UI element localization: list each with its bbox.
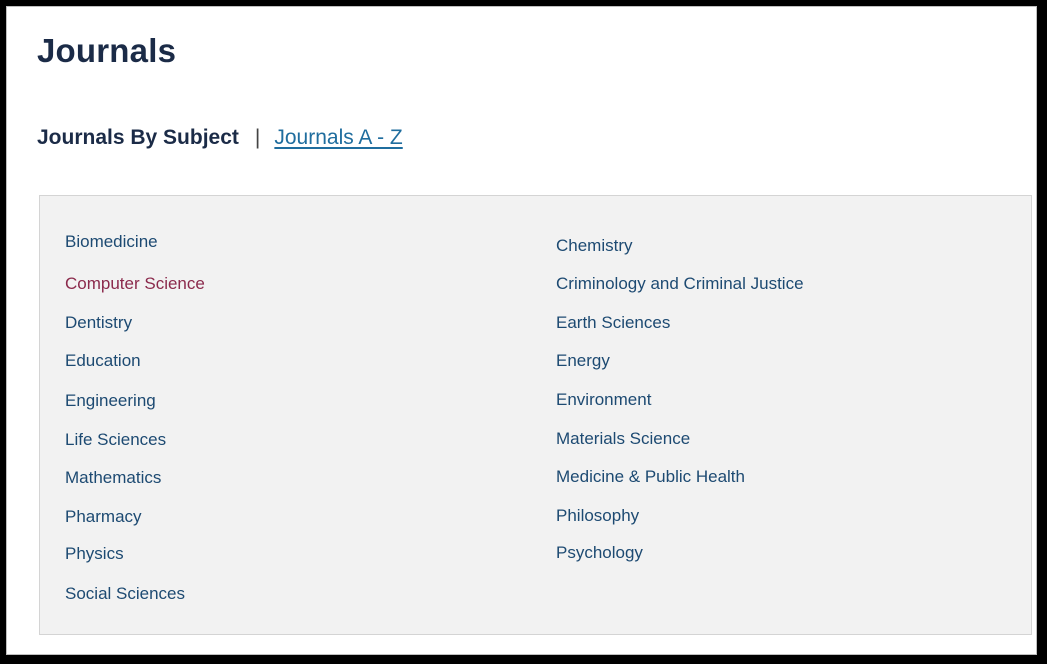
subject-link-social-sciences[interactable]: Social Sciences bbox=[65, 583, 185, 605]
subject-link-energy[interactable]: Energy bbox=[556, 350, 610, 372]
subnav-separator: | bbox=[254, 126, 261, 149]
subject-link-dentistry[interactable]: Dentistry bbox=[65, 312, 132, 334]
journals-subnav: Journals By Subject | Journals A - Z bbox=[37, 125, 403, 151]
subject-link-biomedicine[interactable]: Biomedicine bbox=[65, 231, 158, 253]
journals-by-subject-label: Journals By Subject bbox=[37, 126, 239, 149]
subject-link-chemistry[interactable]: Chemistry bbox=[556, 235, 633, 257]
subject-link-philosophy[interactable]: Philosophy bbox=[556, 505, 639, 527]
subject-link-environment[interactable]: Environment bbox=[556, 389, 651, 411]
subject-link-earth-sciences[interactable]: Earth Sciences bbox=[556, 312, 670, 334]
page-frame: Journals Journals By Subject | Journals A … bbox=[6, 6, 1037, 655]
subject-link-materials-science[interactable]: Materials Science bbox=[556, 428, 690, 450]
subject-link-computer-science[interactable]: Computer Science bbox=[65, 273, 205, 295]
subject-link-mathematics[interactable]: Mathematics bbox=[65, 467, 161, 489]
subject-link-pharmacy[interactable]: Pharmacy bbox=[65, 506, 142, 528]
subject-link-education[interactable]: Education bbox=[65, 350, 141, 372]
subject-link-medicine-and-public-health[interactable]: Medicine & Public Health bbox=[556, 466, 745, 488]
subject-link-physics[interactable]: Physics bbox=[65, 543, 124, 565]
page-title: Journals bbox=[37, 32, 177, 69]
subject-link-criminology-and-criminal-justice[interactable]: Criminology and Criminal Justice bbox=[556, 273, 804, 295]
journals-a-z-link[interactable]: Journals A - Z bbox=[274, 126, 402, 149]
subjects-panel: Biomedicine Computer Science Dentistry E… bbox=[39, 195, 1032, 635]
subject-link-life-sciences[interactable]: Life Sciences bbox=[65, 429, 166, 451]
subject-link-psychology[interactable]: Psychology bbox=[556, 542, 643, 564]
subject-link-engineering[interactable]: Engineering bbox=[65, 390, 156, 412]
